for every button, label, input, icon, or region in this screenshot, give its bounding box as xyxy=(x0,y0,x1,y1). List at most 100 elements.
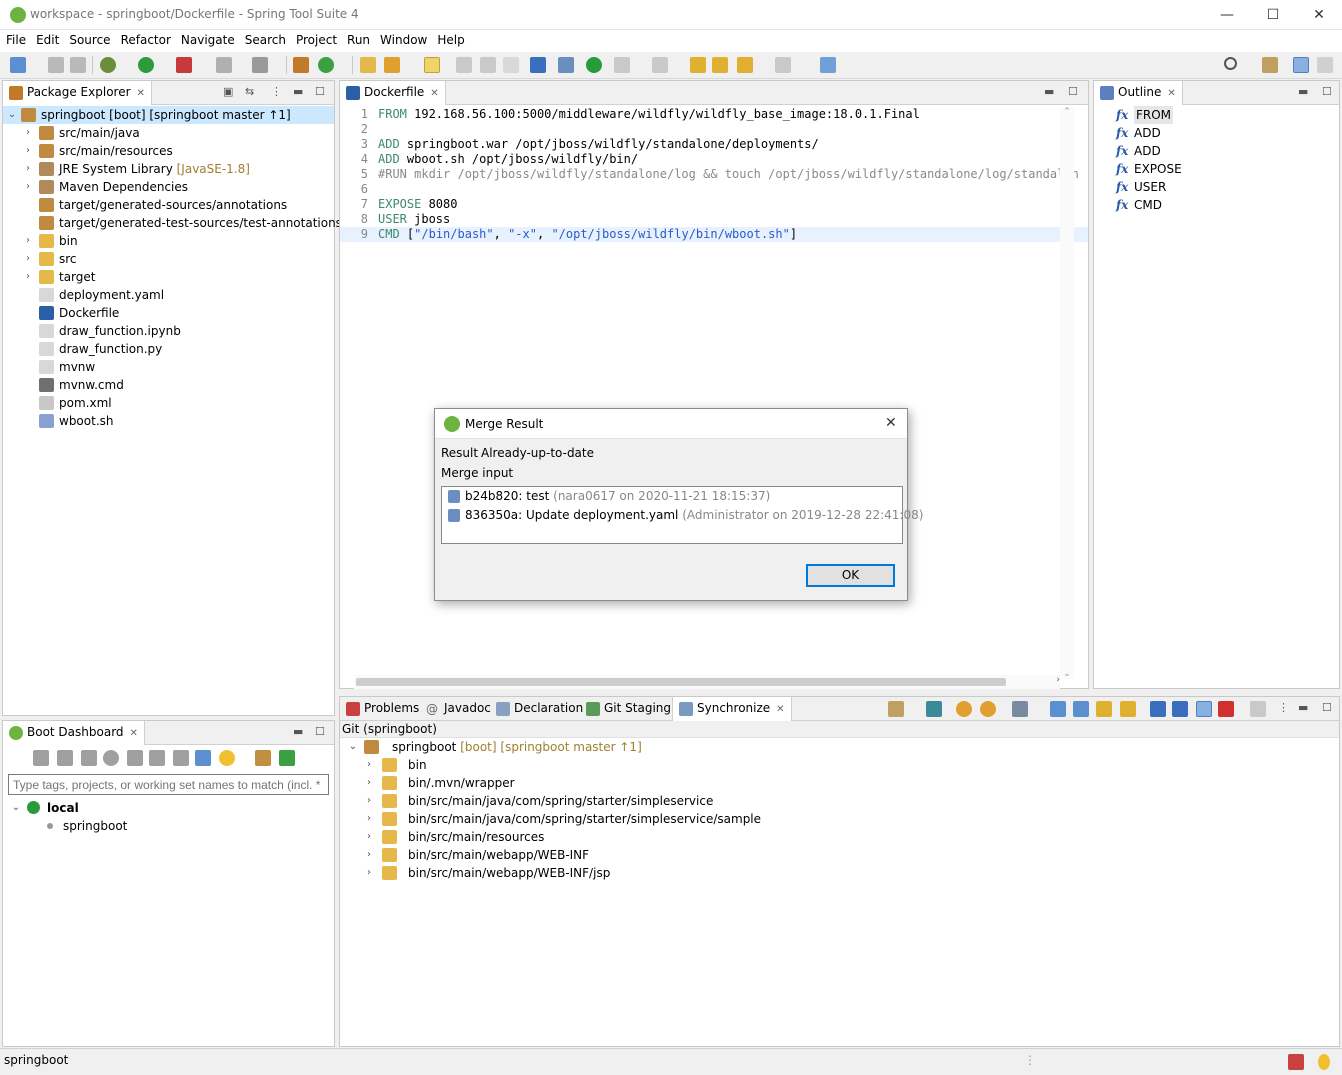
view-menu-icon[interactable]: ⋮ xyxy=(1278,701,1289,714)
code-line[interactable]: 1 FROM 192.168.56.100:5000/middleware/wil… xyxy=(340,107,1088,122)
sync-folder-item[interactable]: › bin/src/main/webapp/WEB-INF/jsp xyxy=(340,864,1339,882)
sync-folder-item[interactable]: › bin xyxy=(340,756,1339,774)
presentation-icon[interactable] xyxy=(1012,701,1028,717)
code-line[interactable]: 6 xyxy=(340,182,1088,197)
disconnect-icon[interactable] xyxy=(252,57,268,73)
outline-item[interactable]: fx ADD xyxy=(1094,124,1339,142)
menu-help[interactable]: Help xyxy=(431,30,468,47)
block-selection-icon[interactable] xyxy=(456,57,472,73)
minimize-button[interactable]: — xyxy=(1204,0,1250,30)
boot-group-local[interactable]: ⌄ local xyxy=(3,799,334,817)
new-java-package-icon[interactable] xyxy=(293,57,309,73)
open-browser-icon[interactable] xyxy=(103,750,119,766)
sync-folder-item[interactable]: › bin/src/main/java/com/spring/starter/si… xyxy=(340,792,1339,810)
chevron-right-icon[interactable]: › xyxy=(23,142,33,160)
maximize-view-icon[interactable]: ☐ xyxy=(1322,85,1332,98)
tab-problems[interactable]: Problems xyxy=(340,697,425,721)
horizontal-scrollbar[interactable]: › xyxy=(354,675,1060,689)
code-line[interactable]: 3 ADD springboot.war /opt/jboss/wildfly/s… xyxy=(340,137,1088,152)
close-tab-icon[interactable]: ✕ xyxy=(776,704,784,715)
expand-all-icon[interactable] xyxy=(1050,701,1066,717)
tree-item[interactable]: › JRE System Library [JavaSE-1.8] xyxy=(3,160,334,178)
close-window-button[interactable]: ✕ xyxy=(1296,0,1342,30)
chevron-right-icon[interactable]: › xyxy=(23,178,33,196)
tree-item[interactable]: pom.xml xyxy=(3,394,334,412)
chevron-right-icon[interactable]: › xyxy=(23,268,33,286)
tree-item[interactable]: Dockerfile xyxy=(3,304,334,322)
console-icon[interactable] xyxy=(530,57,546,73)
outline-item[interactable]: fx EXPOSE xyxy=(1094,160,1339,178)
merge-input-list[interactable]: b24b820: test (nara0617 on 2020-11-21 18… xyxy=(441,486,923,544)
tab-synchronize[interactable]: Synchronize ✕ xyxy=(672,697,792,721)
open-console-icon[interactable] xyxy=(127,750,143,766)
commit-row[interactable]: 836350a: Update deployment.yaml (Adminis… xyxy=(442,506,923,525)
link-editor-icon[interactable]: ⇆ xyxy=(245,85,254,98)
maximize-view-icon[interactable]: ☐ xyxy=(315,85,325,98)
tab-declaration[interactable]: Declaration xyxy=(490,697,589,721)
incoming-mode-icon[interactable] xyxy=(1150,701,1166,717)
view-menu-icon[interactable]: ⋮ xyxy=(271,85,282,98)
menu-project[interactable]: Project xyxy=(290,30,341,47)
word-wrap-icon[interactable] xyxy=(480,57,496,73)
start-icon[interactable] xyxy=(33,750,49,766)
menu-edit[interactable]: Edit xyxy=(30,30,63,47)
menu-window[interactable]: Window xyxy=(374,30,431,47)
vertical-scrollbar[interactable]: ⌃ ⌄ xyxy=(1060,107,1074,679)
show-whitespace-icon[interactable] xyxy=(503,57,519,73)
next-difference-icon[interactable] xyxy=(1096,701,1112,717)
minimize-view-icon[interactable]: ▬ xyxy=(1298,85,1308,98)
menu-source[interactable]: Source xyxy=(63,30,114,47)
open-type-icon[interactable] xyxy=(360,57,376,73)
tree-item[interactable]: draw_function.ipynb xyxy=(3,322,334,340)
tree-item[interactable]: wboot.sh xyxy=(3,412,334,430)
both-modes-icon[interactable] xyxy=(1196,701,1212,717)
outline-item[interactable]: fx ADD xyxy=(1094,142,1339,160)
back-arrow-icon[interactable] xyxy=(737,57,753,73)
new-icon[interactable] xyxy=(10,57,26,73)
code-editor[interactable]: 1 FROM 192.168.56.100:5000/middleware/wil… xyxy=(340,107,1088,242)
close-tab-icon[interactable]: ✕ xyxy=(430,88,438,99)
collapse-all-icon[interactable]: ▣ xyxy=(223,85,233,98)
tree-item[interactable]: mvnw.cmd xyxy=(3,376,334,394)
maximize-button[interactable]: ☐ xyxy=(1250,0,1296,30)
chevron-right-icon[interactable]: › xyxy=(23,232,33,250)
code-line[interactable]: 8 USER jboss xyxy=(340,212,1088,227)
tab-javadoc[interactable]: @ Javadoc xyxy=(420,697,497,721)
conflicts-mode-icon[interactable] xyxy=(1218,701,1234,717)
terminal-icon[interactable] xyxy=(558,57,574,73)
duplicate-config-icon[interactable] xyxy=(255,750,271,766)
close-dialog-icon[interactable]: ✕ xyxy=(885,415,897,431)
scroll-thumb[interactable] xyxy=(356,678,1006,686)
code-line[interactable]: 5 #RUN mkdir /opt/jboss/wildfly/standalon… xyxy=(340,167,1088,182)
last-edit-icon[interactable] xyxy=(690,57,706,73)
menu-file[interactable]: File xyxy=(0,30,30,47)
previous-difference-icon[interactable] xyxy=(1120,701,1136,717)
tab-git-staging[interactable]: Git Staging xyxy=(580,697,677,721)
stop-app-icon[interactable] xyxy=(81,750,97,766)
minimize-view-icon[interactable]: ▬ xyxy=(1044,85,1054,98)
next-annotation-icon[interactable] xyxy=(614,57,630,73)
outgoing-mode-icon[interactable] xyxy=(1172,701,1188,717)
save-all-icon[interactable] xyxy=(70,57,86,73)
tree-item[interactable]: › src xyxy=(3,250,334,268)
outline-item[interactable]: fx FROM xyxy=(1094,106,1339,124)
menu-navigate[interactable]: Navigate xyxy=(175,30,239,47)
lightbulb-icon[interactable] xyxy=(1318,1054,1330,1070)
debug-icon[interactable] xyxy=(100,57,116,73)
chevron-down-icon[interactable]: ⌄ xyxy=(348,738,358,756)
ok-button[interactable]: OK xyxy=(806,564,895,587)
stop-icon[interactable] xyxy=(216,57,232,73)
chevron-right-icon[interactable]: › xyxy=(364,756,374,774)
menu-run[interactable]: Run xyxy=(341,30,374,47)
external-tools-icon[interactable] xyxy=(176,57,192,73)
close-tab-icon[interactable]: ✕ xyxy=(1167,88,1175,99)
edit-icon[interactable] xyxy=(173,750,189,766)
tree-root-springboot[interactable]: ⌄ springboot [boot] [springboot master ↑… xyxy=(3,106,334,124)
maximize-view-icon[interactable]: ☐ xyxy=(1322,701,1332,714)
tree-item[interactable]: draw_function.py xyxy=(3,340,334,358)
run-icon[interactable] xyxy=(138,57,154,73)
commit-row[interactable]: b24b820: test (nara0617 on 2020-11-21 18… xyxy=(442,487,902,506)
code-line[interactable]: 7 EXPOSE 8080 xyxy=(340,197,1088,212)
pull-icon[interactable] xyxy=(956,701,972,717)
minimize-view-icon[interactable]: ▬ xyxy=(293,725,303,738)
